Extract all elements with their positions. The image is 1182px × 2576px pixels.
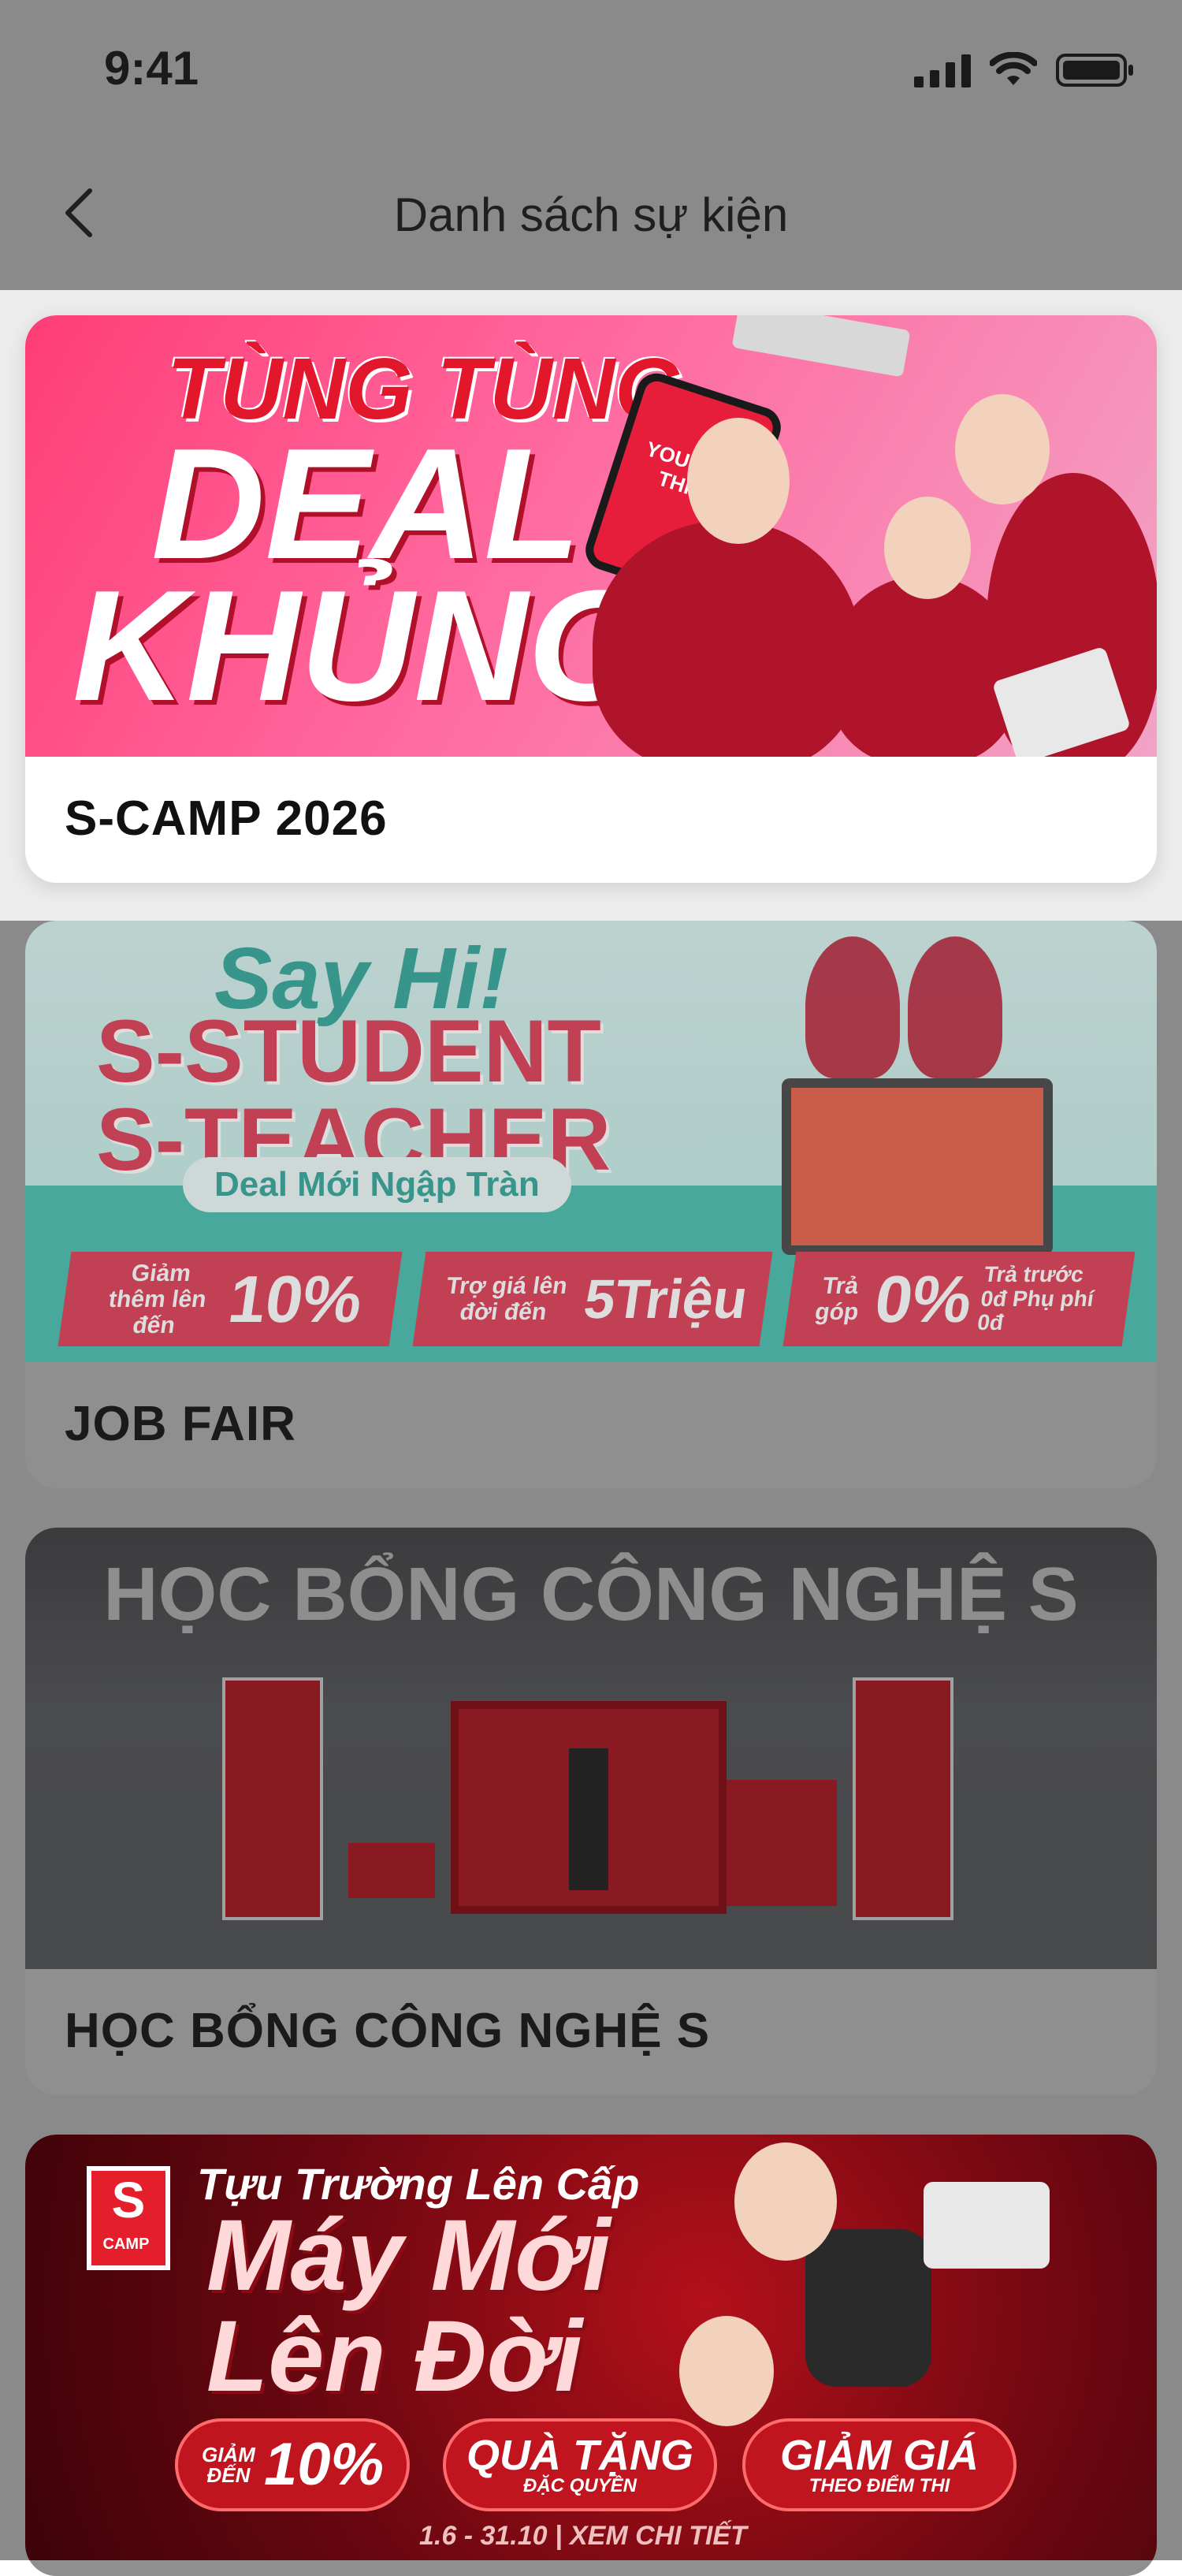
student-illustration (955, 394, 1050, 504)
student-illustration (593, 520, 860, 757)
banner-text: CAMP (102, 2235, 150, 2253)
banner-text: S (111, 2172, 146, 2228)
event-title: S-CAMP 2026 (65, 791, 388, 846)
promo-badge: Trả góp 0% Trả trước 0đ Phụ phí 0đ (782, 1252, 1136, 1346)
banner-text: Giảm thêm lên đến (106, 1260, 208, 1338)
backpack-illustration (805, 2229, 931, 2387)
event-title: HỌC BỔNG CÔNG NGHỆ S (65, 2004, 711, 2058)
brand-logo: S (87, 2166, 170, 2270)
event-card-tuu-truong[interactable]: S CAMP Tựu Trường Lên Cấp Máy Mới Lên Đờ… (25, 2135, 1157, 2576)
status-bar: 9:41 (0, 0, 1182, 142)
battery-icon (1056, 54, 1133, 87)
promo-badge: Trợ giá lên đời đến 5Triệu (412, 1252, 773, 1346)
banner-text: 5Triệu (580, 1268, 752, 1330)
standee-illustration (222, 1677, 323, 1920)
status-time: 9:41 (104, 42, 199, 95)
laptop-illustration (782, 1078, 1053, 1255)
banner-text: GIẢM GIÁ (780, 2432, 979, 2479)
event-banner: HỌC BỔNG CÔNG NGHỆ S (25, 1528, 1157, 1969)
banner-text: HỌC BỔNG CÔNG NGHỆ S (103, 1552, 1079, 1636)
person-illustration (569, 1748, 608, 1890)
wifi-icon (990, 52, 1037, 85)
event-card-job-fair[interactable]: Say Hi! S-STUDENT S-TEACHER Deal Mới Ngậ… (25, 921, 1157, 1488)
nav-bar: Danh sách sự kiện (0, 142, 1182, 290)
promo-badge: Giảm thêm lên đến 10% (58, 1252, 403, 1346)
banner-text: GIẢM ĐẾN (201, 2443, 255, 2487)
banner-text: Trả góp (813, 1273, 860, 1325)
signal-icon (914, 54, 971, 87)
banner-text: ĐẶC QUYỀN (522, 2475, 637, 2496)
box-illustration (348, 1843, 435, 1898)
banner-text: Trợ giá lên đời đến (444, 1273, 570, 1325)
banner-text: KHỦNG (72, 558, 651, 734)
banner-text: S-STUDENT (96, 1002, 601, 1100)
promo-chip: QUÀ TẶNG ĐẶC QUYỀN (443, 2418, 717, 2511)
banner-pill: Deal Mới Ngập Tràn (183, 1157, 571, 1212)
event-card-s-camp[interactable]: TÙNG TÙNG DEAL KHỦNG YOU GOT THIS! S-CAM… (25, 315, 1157, 883)
laptop-illustration (924, 2182, 1050, 2269)
banner-text: 0% (870, 1261, 977, 1336)
laptop-illustration (731, 315, 911, 378)
event-banner: TÙNG TÙNG DEAL KHỦNG YOU GOT THIS! (25, 315, 1157, 757)
event-banner: Say Hi! S-STUDENT S-TEACHER Deal Mới Ngậ… (25, 921, 1157, 1362)
banner-text: Máy Mới Lên Đời (206, 2206, 611, 2407)
banner-date: 1.6 - 31.10 | XEM CHI TIẾT (419, 2521, 747, 2551)
student-illustration (687, 418, 790, 544)
banner-text: Lên Đời (206, 2300, 583, 2413)
board-illustration (727, 1780, 837, 1906)
banner-text: 10% (224, 1261, 367, 1336)
banner-text: THEO ĐIỂM THI (808, 2475, 950, 2496)
banner-text: Máy Mới (206, 2199, 611, 2312)
event-title: JOB FAIR (65, 1397, 296, 1451)
banner-text: Trả trước 0đ Phụ phí 0đ (976, 1261, 1096, 1335)
promo-chip: GIẢM ĐẾN 10% (175, 2418, 410, 2511)
page-title: Danh sách sự kiện (393, 188, 789, 241)
promo-chip: GIẢM GIÁ THEO ĐIỂM THI (742, 2418, 1017, 2511)
banner-text: 10% (263, 2431, 385, 2498)
event-card-hoc-bong[interactable]: HỌC BỔNG CÔNG NGHỆ S HỌC BỔNG CÔNG NGHỆ … (25, 1528, 1157, 2095)
student-illustration (908, 936, 1002, 1078)
banner-text: QUÀ TẶNG (466, 2432, 693, 2479)
student-illustration (805, 936, 900, 1078)
event-banner: S CAMP Tựu Trường Lên Cấp Máy Mới Lên Đờ… (25, 2135, 1157, 2560)
standee-illustration (853, 1677, 953, 1920)
student-illustration (734, 2142, 837, 2261)
student-illustration (679, 2316, 774, 2426)
status-icons (914, 52, 1135, 88)
student-illustration (884, 497, 971, 599)
